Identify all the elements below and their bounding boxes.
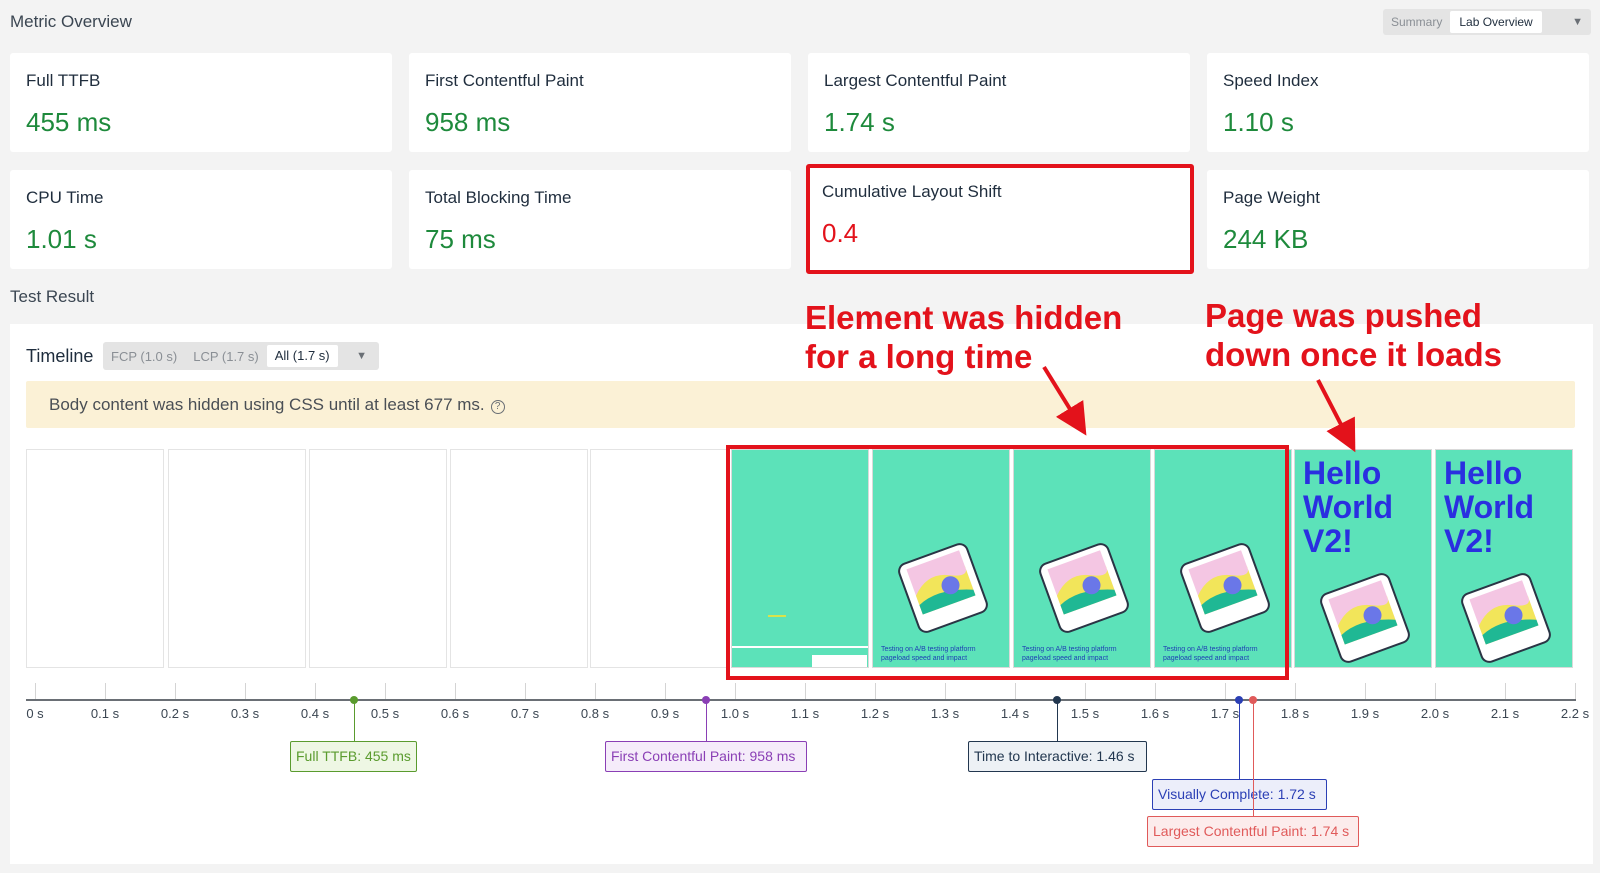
- axis-tick-label: 1.5 s: [1070, 706, 1100, 721]
- marker-dot[interactable]: [350, 696, 358, 704]
- axis-tick-label: 0 s: [26, 706, 44, 721]
- arrow-icon: [1316, 379, 1356, 453]
- axis-tick-label: 0.5 s: [370, 706, 400, 721]
- marker-label[interactable]: Largest Contentful Paint: 1.74 s: [1147, 816, 1359, 847]
- marker-line: [706, 700, 707, 741]
- axis-tick-label: 2.2 s: [1560, 706, 1590, 721]
- axis-tick: [1015, 683, 1016, 699]
- axis-tick: [1295, 683, 1296, 699]
- axis-tick-label: 1.6 s: [1140, 706, 1170, 721]
- marker-dot[interactable]: [702, 696, 710, 704]
- axis-tick-label: 0.7 s: [510, 706, 540, 721]
- axis-tick: [245, 683, 246, 699]
- axis-tick: [805, 683, 806, 699]
- axis-tick: [175, 683, 176, 699]
- axis-tick-label: 2.0 s: [1420, 706, 1450, 721]
- axis-tick: [1505, 683, 1506, 699]
- axis-tick-label: 1.1 s: [790, 706, 820, 721]
- axis-tick: [105, 683, 106, 699]
- marker-line: [354, 700, 355, 741]
- axis-tick-label: 0.4 s: [300, 706, 330, 721]
- axis-tick: [1365, 683, 1366, 699]
- marker-line: [1253, 700, 1254, 816]
- axis-tick: [1435, 683, 1436, 699]
- marker-label[interactable]: Time to Interactive: 1.46 s: [968, 741, 1147, 772]
- axis-tick-label: 0.3 s: [230, 706, 260, 721]
- axis-tick-label: 0.9 s: [650, 706, 680, 721]
- axis-tick: [1575, 683, 1576, 699]
- axis-tick: [385, 683, 386, 699]
- axis-tick: [665, 683, 666, 699]
- axis-tick: [945, 683, 946, 699]
- axis-tick-label: 1.8 s: [1280, 706, 1310, 721]
- marker-label[interactable]: First Contentful Paint: 958 ms: [605, 741, 807, 772]
- axis-tick-label: 1.4 s: [1000, 706, 1030, 721]
- axis-tick: [735, 683, 736, 699]
- axis-tick-label: 1.3 s: [930, 706, 960, 721]
- timeline-axis: [26, 699, 1576, 701]
- marker-dot[interactable]: [1053, 696, 1061, 704]
- axis-tick-label: 0.2 s: [160, 706, 190, 721]
- marker-dot[interactable]: [1249, 696, 1257, 704]
- axis-tick-label: 1.9 s: [1350, 706, 1380, 721]
- axis-tick: [1225, 683, 1226, 699]
- axis-tick-label: 0.6 s: [440, 706, 470, 721]
- axis-tick: [595, 683, 596, 699]
- marker-line: [1057, 700, 1058, 741]
- axis-tick-label: 1.0 s: [720, 706, 750, 721]
- axis-tick-label: 1.2 s: [860, 706, 890, 721]
- axis-tick: [315, 683, 316, 699]
- axis-tick-label: 0.8 s: [580, 706, 610, 721]
- marker-line: [1239, 700, 1240, 779]
- axis-tick-label: 1.7 s: [1210, 706, 1240, 721]
- axis-tick: [1085, 683, 1086, 699]
- marker-label[interactable]: Visually Complete: 1.72 s: [1152, 779, 1327, 810]
- axis-tick: [525, 683, 526, 699]
- arrow-icon: [1042, 365, 1087, 436]
- axis-tick-label: 2.1 s: [1490, 706, 1520, 721]
- axis-tick: [1155, 683, 1156, 699]
- marker-dot[interactable]: [1235, 696, 1243, 704]
- axis-tick: [875, 683, 876, 699]
- axis-tick: [35, 683, 36, 699]
- axis-tick: [455, 683, 456, 699]
- axis-tick-label: 0.1 s: [90, 706, 120, 721]
- marker-label[interactable]: Full TTFB: 455 ms: [290, 741, 417, 772]
